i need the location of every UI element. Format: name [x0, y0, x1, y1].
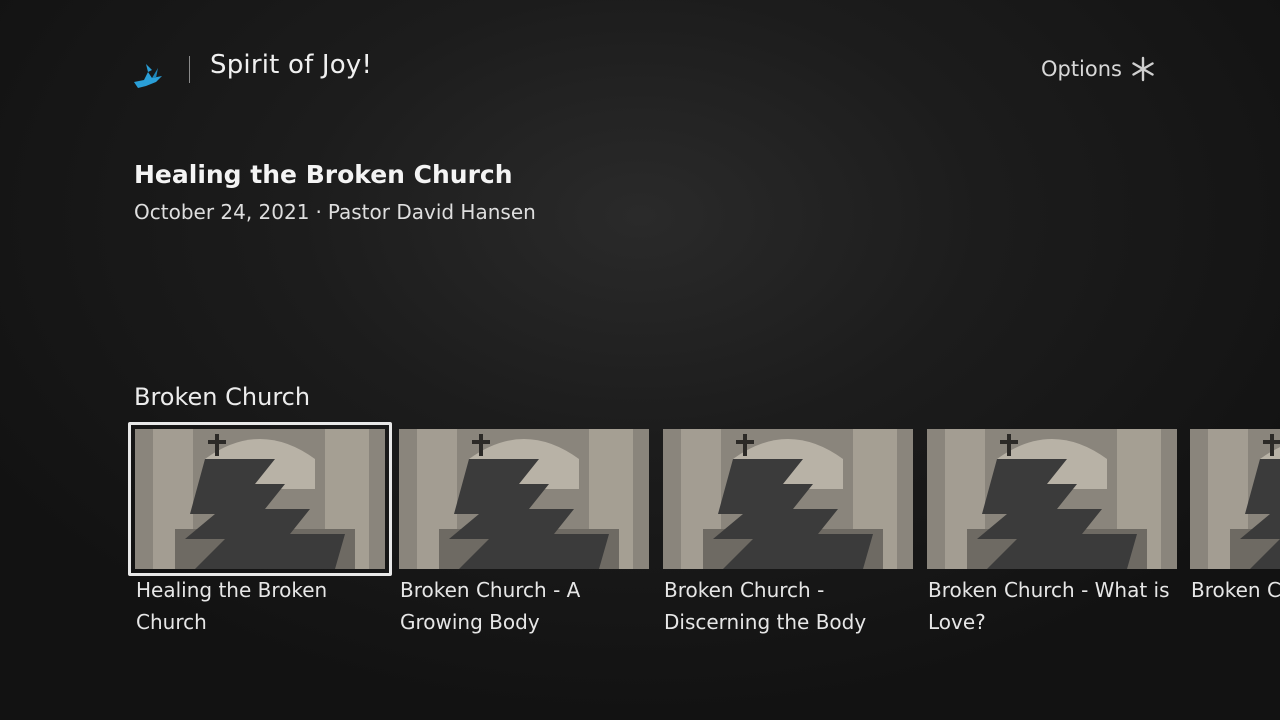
episode-thumbnail	[399, 429, 649, 569]
options-label: Options	[1040, 57, 1122, 81]
row-title: Broken Church	[134, 383, 311, 411]
options-button[interactable]: Options	[1041, 56, 1156, 82]
episode-label: Broken C… more Ex…	[1191, 578, 1280, 602]
episode-row: Healing the Broken Church Broken Church …	[0, 422, 1280, 652]
channel-title: Spirit of Joy!	[210, 50, 373, 80]
episode-label: Broken Church - Discerning the Body	[664, 578, 867, 634]
now-playing-title: Healing the Broken Church	[134, 160, 513, 189]
now-playing-date: October 24, 2021	[134, 200, 310, 224]
now-playing-meta: October 24, 2021 · Pastor David Hansen	[134, 200, 536, 224]
episode-thumbnail	[927, 429, 1177, 569]
header-divider	[189, 56, 190, 83]
dove-icon	[134, 64, 162, 88]
asterisk-icon	[1132, 56, 1154, 82]
episode-label: Broken Church - A Growing Body	[400, 578, 581, 634]
episode-thumbnail	[135, 429, 385, 569]
episode-label: Broken Church - What is Love?	[928, 578, 1170, 634]
now-playing-speaker: Pastor David Hansen	[327, 200, 536, 224]
meta-separator: ·	[315, 200, 322, 224]
episode-thumbnail	[1190, 429, 1280, 569]
episode-label: Healing the Broken Church	[136, 578, 328, 634]
header: Spirit of Joy! Options	[0, 0, 1280, 130]
episode-thumbnail	[663, 429, 913, 569]
